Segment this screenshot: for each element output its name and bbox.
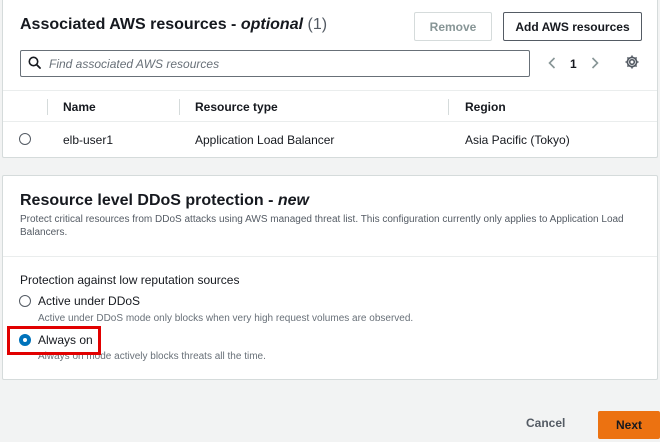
chevron-left-icon[interactable] xyxy=(548,56,556,72)
add-aws-resources-button[interactable]: Add AWS resources xyxy=(503,12,642,41)
chevron-right-icon[interactable] xyxy=(591,56,599,72)
protection-field-label: Protection against low reputation source… xyxy=(20,273,240,287)
column-header-resource-type[interactable]: Resource type xyxy=(195,100,278,114)
table-row[interactable]: elb-user1 Application Load Balancer Asia… xyxy=(3,122,657,156)
ddos-title: Resource level DDoS protection - new xyxy=(20,192,309,209)
table-header: Name Resource type Region xyxy=(3,90,657,122)
page-number[interactable]: 1 xyxy=(570,57,577,71)
associated-resources-title: Associated AWS resources - optional (1) xyxy=(20,16,328,33)
column-header-region[interactable]: Region xyxy=(465,100,506,114)
gear-icon[interactable] xyxy=(624,54,640,70)
option-description-active-under-ddos: Active under DDoS mode only blocks when … xyxy=(38,313,414,324)
resource-count: (1) xyxy=(307,16,328,33)
row-name: elb-user1 xyxy=(63,133,114,147)
column-divider xyxy=(179,99,180,115)
next-button[interactable]: Next xyxy=(598,411,660,439)
column-divider xyxy=(448,99,449,115)
column-header-name[interactable]: Name xyxy=(63,100,96,114)
radio-active-under-ddos[interactable] xyxy=(19,295,31,307)
ddos-description: Protect critical resources from DDoS att… xyxy=(20,214,624,238)
row-region: Asia Pacific (Tokyo) xyxy=(465,133,570,147)
column-divider xyxy=(47,99,48,115)
row-select-radio[interactable] xyxy=(19,133,31,145)
associated-resources-panel: Associated AWS resources - optional (1) … xyxy=(2,0,658,158)
associated-resources-header: Associated AWS resources - optional (1) … xyxy=(3,0,657,88)
search-icon xyxy=(28,56,41,72)
search-box[interactable] xyxy=(20,50,530,77)
row-resource-type: Application Load Balancer xyxy=(195,133,335,147)
cancel-button[interactable]: Cancel xyxy=(526,416,565,430)
divider xyxy=(3,256,657,257)
option-label-active-under-ddos[interactable]: Active under DDoS xyxy=(38,294,140,308)
highlight-box xyxy=(7,326,101,355)
pagination: 1 xyxy=(548,54,599,74)
search-input[interactable] xyxy=(49,56,509,71)
remove-button[interactable]: Remove xyxy=(414,12,492,41)
